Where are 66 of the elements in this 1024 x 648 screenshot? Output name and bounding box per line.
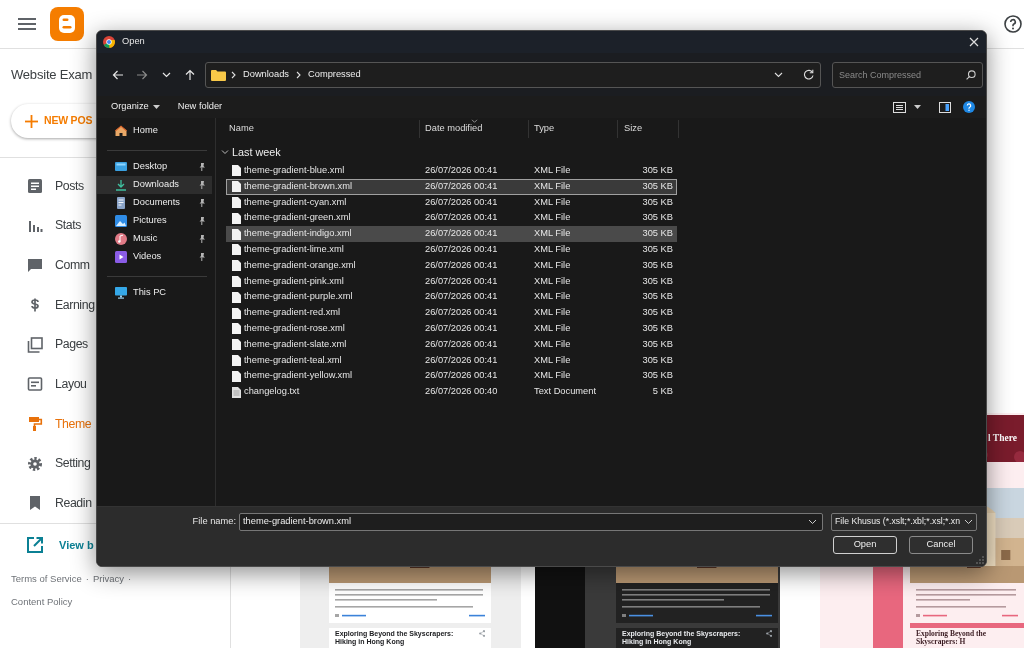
- file-type: XML File: [534, 337, 571, 351]
- file-date: 26/07/2026 00:41: [425, 353, 498, 367]
- file-name: theme-gradient-rose.xml: [244, 321, 345, 335]
- file-name: theme-gradient-teal.xml: [244, 353, 342, 367]
- file-date: 26/07/2026 00:41: [425, 195, 498, 209]
- file-name: theme-gradient-brown.xml: [244, 179, 352, 193]
- file-date: 26/07/2026 00:41: [425, 242, 498, 256]
- file-size: 305 KB: [642, 274, 673, 288]
- file-size: 305 KB: [642, 242, 673, 256]
- file-type: XML File: [534, 369, 571, 383]
- file-date: 26/07/2026 00:41: [425, 179, 498, 193]
- file-date: 26/07/2026 00:41: [425, 163, 498, 177]
- file-name: theme-gradient-purple.xml: [244, 290, 353, 304]
- file-size: 305 KB: [642, 227, 673, 241]
- window-title: Open: [122, 35, 145, 49]
- file-size: 305 KB: [642, 163, 673, 177]
- file-date: 26/07/2026 00:41: [425, 258, 498, 272]
- file-type: XML File: [534, 242, 571, 256]
- file-name: theme-gradient-yellow.xml: [244, 369, 352, 383]
- file-type: XML File: [534, 290, 571, 304]
- file-name: theme-gradient-pink.xml: [244, 274, 344, 288]
- file-name: theme-gradient-red.xml: [244, 306, 341, 320]
- file-size: 305 KB: [642, 369, 673, 383]
- file-size: 305 KB: [642, 179, 673, 193]
- file-name: theme-gradient-cyan.xml: [244, 195, 347, 209]
- file-type: XML File: [534, 258, 571, 272]
- file-type: XML File: [534, 163, 571, 177]
- file-size: 305 KB: [642, 321, 673, 335]
- file-type: XML File: [534, 227, 571, 241]
- file-size: 305 KB: [642, 195, 673, 209]
- file-name: theme-gradient-green.xml: [244, 211, 351, 225]
- file-name: theme-gradient-blue.xml: [244, 163, 345, 177]
- file-size: 305 KB: [642, 353, 673, 367]
- file-size: 5 KB: [652, 385, 673, 399]
- file-size: 305 KB: [642, 258, 673, 272]
- file-date: 26/07/2026 00:41: [425, 227, 498, 241]
- file-date: 26/07/2026 00:41: [425, 274, 498, 288]
- file-name: theme-gradient-slate.xml: [244, 337, 347, 351]
- file-date: 26/07/2026 00:41: [425, 369, 498, 383]
- file-name: changelog.txt: [244, 385, 300, 399]
- blog-title: Website Exam: [11, 66, 93, 84]
- file-size: 305 KB: [642, 306, 673, 320]
- link-separator: ·: [85, 572, 89, 587]
- file-date: 26/07/2026 00:41: [425, 337, 498, 351]
- file-type: XML File: [534, 306, 571, 320]
- file-type: XML File: [534, 321, 571, 335]
- file-date: 26/07/2026 00:41: [425, 290, 498, 304]
- file-type: XML File: [534, 211, 571, 225]
- file-name: theme-gradient-lime.xml: [244, 242, 344, 256]
- file-type: XML File: [534, 274, 571, 288]
- file-name: theme-gradient-indigo.xml: [244, 227, 352, 241]
- file-date: 26/07/2026 00:41: [425, 321, 498, 335]
- file-date: 26/07/2026 00:41: [425, 306, 498, 320]
- file-type: XML File: [534, 195, 571, 209]
- field-label: File name:: [192, 515, 236, 529]
- file-size: 305 KB: [642, 290, 673, 304]
- file-date: 26/07/2026 00:40: [425, 385, 498, 399]
- file-name: theme-gradient-orange.xml: [244, 258, 356, 272]
- file-type: Text Document: [534, 385, 596, 399]
- file-type: XML File: [534, 353, 571, 367]
- file-date: 26/07/2026 00:41: [425, 211, 498, 225]
- file-size: 305 KB: [642, 337, 673, 351]
- banner-title: l There: [987, 432, 1017, 446]
- file-type: XML File: [534, 179, 571, 193]
- link-separator: ·: [128, 572, 132, 587]
- file-size: 305 KB: [642, 211, 673, 225]
